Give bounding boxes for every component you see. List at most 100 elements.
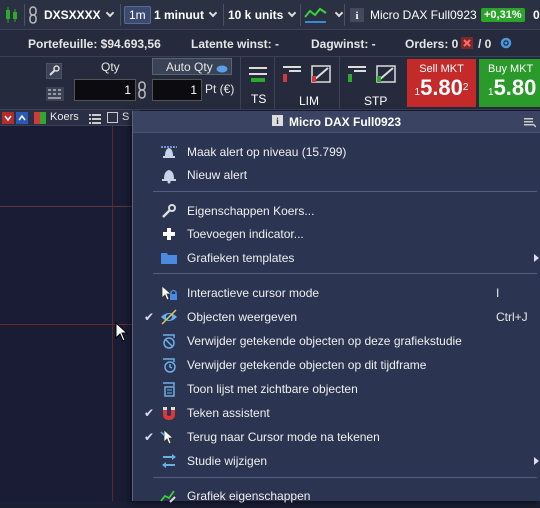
menu-item-delete-objects-timeframe[interactable]: Verwijder getekende objecten op dit tijd… (133, 354, 540, 376)
stp-label: STP (364, 94, 388, 108)
interval-label: 1 minuut (154, 8, 204, 22)
instrument-name-label: Micro DAX Full0923 (370, 8, 477, 22)
auto-qty-button[interactable]: Auto Qty (152, 58, 232, 75)
menu-separator (153, 477, 537, 478)
checkbox[interactable] (107, 112, 118, 126)
blue-tool-icon[interactable] (16, 112, 28, 127)
submenu-arrow-icon (534, 254, 539, 262)
menu-item-change-study[interactable]: Studie wijzigen (133, 450, 540, 472)
top-toolbar: DXSXXXX 1m 1 minuut 10 k units i Micro D… (0, 0, 540, 30)
symbol-label: DXSXXXX (44, 8, 101, 22)
svg-text:i: i (355, 10, 358, 22)
menu-item-add-indicator[interactable]: Toevoegen indicator... (133, 223, 540, 245)
latent-profit: Latente winst: - (191, 37, 280, 51)
stop-sell-icon[interactable] (346, 64, 368, 87)
menu-item-chart-templates[interactable]: Grafieken templates (133, 247, 540, 269)
trailing-stop-icon[interactable] (247, 64, 269, 87)
menu-title: Micro DAX Full0923 (288, 114, 402, 129)
units-selector[interactable]: 10 k units (228, 4, 297, 26)
extra-value: 0 (533, 4, 540, 26)
points-currency-label: Pt (€) (205, 82, 235, 96)
limit-sell-icon[interactable] (281, 64, 303, 87)
menu-item-price-properties[interactable]: Eigenschappen Koers... (133, 200, 540, 222)
orders-count: Orders: 0 (405, 37, 459, 51)
chart-properties-icon (160, 487, 178, 505)
sell-label: Sell MKT (419, 63, 464, 75)
menu-item-label: Teken assistent (187, 406, 270, 420)
check-icon: ✔ (143, 406, 155, 420)
menu-item-label: Eigenschappen Koers... (187, 204, 315, 218)
buy-market-button[interactable]: Buy MKT 15.80 (479, 59, 540, 107)
objects-list-icon (160, 380, 178, 398)
cloud-icon (216, 62, 228, 76)
menu-separator (153, 273, 537, 274)
menu-item-label: Objecten weergeven (187, 310, 298, 324)
day-profit: Dagwinst: - (311, 37, 376, 51)
sell-price: 5.80 (420, 75, 463, 100)
account-info-bar: Portefeuille: $94.693,56 Latente winst: … (0, 30, 540, 57)
candlestick-icon[interactable] (4, 4, 20, 26)
magnet-icon (160, 404, 178, 422)
red-tool-icon[interactable] (2, 112, 14, 127)
ts-label: TS (251, 92, 267, 106)
menu-pin-icon[interactable] (524, 116, 537, 131)
keypad-icon[interactable] (46, 87, 64, 104)
menu-item-label: Nieuw alert (187, 168, 248, 182)
cancel-orders-icon[interactable] (461, 37, 473, 52)
units-label: 10 k units (228, 8, 284, 22)
info-icon[interactable]: i (350, 4, 364, 26)
menu-item-delete-objects-study[interactable]: Verwijder getekende objecten op deze gra… (133, 330, 540, 352)
portfolio-value: Portefeuille: $94.693,56 (28, 37, 161, 51)
qty-input[interactable]: 1 (74, 79, 136, 101)
buy-label: Buy MKT (488, 63, 534, 75)
mouse-cursor-icon (115, 321, 129, 345)
indicator-icon[interactable] (304, 4, 344, 26)
menu-item-chart-properties[interactable]: Grafiek eigenschappen (133, 485, 540, 507)
menu-item-drawing-assistant[interactable]: ✔ Teken assistent (133, 402, 540, 424)
delete-timeframe-icon (160, 356, 178, 374)
change-badge: +0,31% (481, 4, 525, 26)
menu-item-label: Maak alert op niveau (15.799) (187, 145, 347, 159)
qty-label: Qty (101, 60, 120, 74)
menu-item-label: Toevoegen indicator... (187, 227, 304, 241)
study-swap-icon (160, 452, 178, 470)
symbol-selector[interactable]: DXSXXXX (44, 4, 114, 26)
color-swatch-icon[interactable] (34, 112, 46, 127)
alert-level-icon (160, 143, 178, 161)
sell-price-sup: 2 (462, 82, 469, 93)
qty-link-icon[interactable] (137, 81, 147, 102)
menu-item-label: Grafieken templates (187, 251, 295, 265)
lim-label: LIM (299, 94, 320, 108)
plus-icon (160, 225, 178, 243)
menu-item-label: Studie wijzigen (187, 454, 268, 468)
wrench-icon[interactable] (45, 62, 63, 82)
sell-market-button[interactable]: Sell MKT 15.802 (407, 59, 476, 107)
limit-buy-icon[interactable] (310, 64, 332, 87)
menu-item-create-alert-at-level[interactable]: Maak alert op niveau (15.799) (133, 141, 540, 163)
timeframe-badge[interactable]: 1m (124, 4, 151, 26)
cursor-lock-icon (160, 284, 178, 302)
menu-header: i Micro DAX Full0923 (133, 111, 540, 133)
menu-item-interactive-cursor-mode[interactable]: Interactieve cursor mode I (133, 282, 540, 304)
koers-label[interactable]: Koers (50, 111, 79, 123)
change-pct: +0,31% (481, 8, 525, 22)
menu-item-show-visible-objects[interactable]: Toon lijst met zichtbare objecten (133, 378, 540, 400)
menu-item-label: Toon lijst met zichtbare objecten (187, 382, 358, 396)
menu-item-shortcut: Ctrl+J (496, 310, 528, 324)
menu-separator (153, 191, 537, 192)
menu-item-label: Terug naar Cursor mode na tekenen (187, 430, 380, 444)
timeframe-badge-label: 1m (124, 6, 151, 24)
interval-selector[interactable]: 1 minuut (154, 4, 218, 26)
settings-gear-icon[interactable] (499, 36, 513, 53)
menu-item-show-objects[interactable]: ✔ Objecten weergeven Ctrl+J (133, 306, 540, 328)
link-icon[interactable] (28, 4, 38, 26)
instrument-name[interactable]: Micro DAX Full0923 (370, 4, 477, 26)
menu-item-new-alert[interactable]: Nieuw alert (133, 164, 540, 186)
menu-item-back-to-cursor-mode[interactable]: ✔ Terug naar Cursor mode na tekenen (133, 426, 540, 448)
delete-objects-icon (160, 332, 178, 350)
stop-buy-icon[interactable] (375, 64, 397, 87)
submenu-arrow-icon (534, 457, 539, 465)
list-icon[interactable] (89, 112, 101, 127)
eye-icon (160, 308, 178, 326)
auto-qty-input[interactable]: 1 (152, 79, 202, 101)
